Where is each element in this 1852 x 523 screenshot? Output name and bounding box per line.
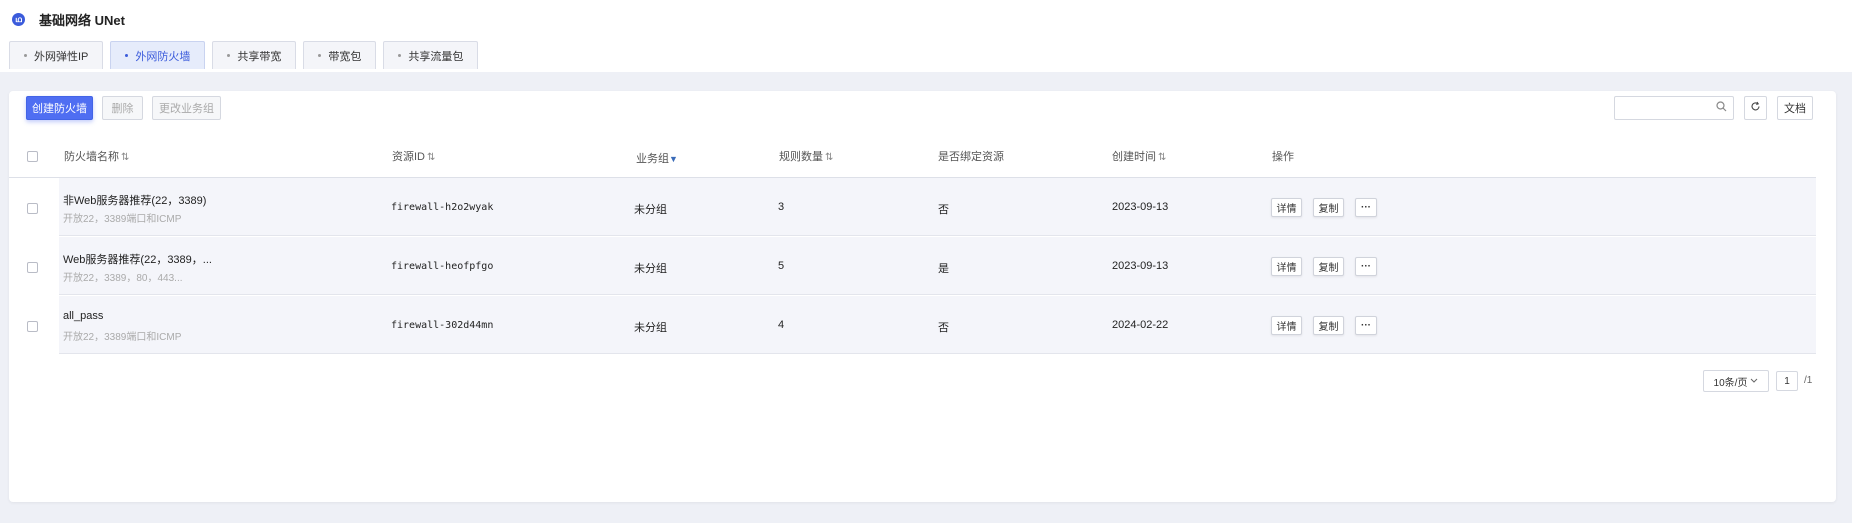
column-label: 业务组 (636, 153, 669, 165)
firewall-description: 开放22，3389，80，443... (63, 273, 183, 284)
refresh-button[interactable] (1744, 96, 1767, 120)
row-checkbox[interactable] (27, 262, 38, 273)
dot-icon (125, 54, 129, 57)
app-title: 基础网络 UNet (39, 13, 125, 28)
firewall-name[interactable]: all_pass (63, 310, 103, 322)
column-actions: 操作 (1272, 151, 1294, 163)
page-size-select[interactable]: 10条/页 (1703, 370, 1769, 392)
column-name[interactable]: 防火墙名称 ⇅ (64, 148, 129, 164)
dot-icon (398, 54, 402, 57)
tab-traffic-package[interactable]: 共享流量包 (383, 41, 479, 69)
sort-icon[interactable]: ⇅ (1158, 152, 1166, 163)
dot-icon (227, 54, 231, 57)
bound-status: 否 (938, 322, 949, 334)
docs-button[interactable]: 文档 (1777, 96, 1813, 120)
created-date: 2024-02-22 (1112, 319, 1169, 331)
bound-status: 否 (938, 204, 949, 216)
detail-button[interactable]: 详情 (1271, 316, 1302, 335)
resource-id: firewall-302d44mn (391, 320, 494, 331)
firewall-name[interactable]: Web服务器推荐(22，3389，... (63, 251, 212, 267)
sort-icon[interactable]: ⇅ (825, 152, 833, 163)
refresh-icon (1750, 101, 1761, 115)
created-date: 2023-09-13 (1112, 201, 1169, 213)
tab-label: 共享带宽 (237, 50, 282, 63)
tab-bandwidth-package[interactable]: 带宽包 (303, 41, 377, 69)
column-label: 规则数量 (779, 151, 823, 163)
column-group[interactable]: 业务组▼ (636, 150, 678, 166)
tab-bar: 外网弹性IP 外网防火墙 共享带宽 带宽包 共享流量包 (9, 41, 485, 69)
row-checkbox[interactable] (27, 203, 38, 214)
detail-button[interactable]: 详情 (1271, 257, 1302, 276)
column-resource-id[interactable]: 资源ID ⇅ (392, 148, 435, 164)
dot-icon (318, 54, 322, 57)
tab-shared-bandwidth[interactable]: 共享带宽 (212, 41, 297, 69)
tab-label: 带宽包 (328, 50, 362, 63)
select-all-checkbox[interactable] (27, 151, 38, 162)
column-label: 防火墙名称 (64, 151, 119, 163)
group-value: 未分组 (634, 322, 667, 334)
resource-id: firewall-h2o2wyak (391, 202, 494, 213)
more-button[interactable]: ··· (1355, 257, 1377, 276)
copy-button[interactable]: 复制 (1313, 316, 1344, 335)
table-row[interactable]: Web服务器推荐(22，3389，... 开放22，3389，80，443...… (59, 237, 1816, 295)
firewall-name[interactable]: 非Web服务器推荐(22，3389) (63, 192, 206, 208)
filter-icon[interactable]: ▼ (669, 154, 678, 164)
total-pages: /1 (1804, 375, 1813, 386)
dot-icon (24, 54, 27, 57)
column-label: 资源ID (392, 151, 425, 163)
tab-label: 共享流量包 (408, 50, 464, 63)
search-box[interactable] (1614, 96, 1734, 120)
resource-id: firewall-heofpfgo (391, 261, 494, 272)
bound-status: 是 (938, 263, 949, 275)
firewall-description: 开放22，3389端口和ICMP (63, 214, 182, 225)
copy-button[interactable]: 复制 (1313, 198, 1344, 217)
column-bound: 是否绑定资源 (938, 151, 1004, 163)
group-value: 未分组 (634, 263, 667, 275)
more-button[interactable]: ··· (1355, 198, 1377, 217)
tab-firewall[interactable]: 外网防火墙 (110, 41, 206, 69)
change-group-button[interactable]: 更改业务组 (152, 96, 221, 120)
copy-button[interactable]: 复制 (1313, 257, 1344, 276)
table-header: 防火墙名称 ⇅ 资源ID ⇅ 业务组▼ 规则数量 ⇅ 是否绑定资源 创建时间 ⇅ 操作 (9, 143, 1816, 178)
created-date: 2023-09-13 (1112, 260, 1169, 272)
column-rule-count[interactable]: 规则数量 ⇅ (779, 148, 833, 164)
chevron-down-icon (1750, 376, 1758, 387)
page-size-label: 10条/页 (1713, 377, 1748, 389)
column-created[interactable]: 创建时间 ⇅ (1112, 148, 1166, 164)
group-value: 未分组 (634, 204, 667, 216)
search-input[interactable] (1615, 97, 1710, 119)
create-firewall-button[interactable]: 创建防火墙 (26, 96, 93, 120)
tab-label: 外网防火墙 (135, 50, 191, 63)
column-label: 创建时间 (1112, 151, 1156, 163)
tab-label: 外网弹性IP (34, 50, 89, 63)
rule-count: 4 (778, 319, 785, 331)
table-row[interactable]: 非Web服务器推荐(22，3389) 开放22，3389端口和ICMP fire… (59, 178, 1816, 236)
search-icon[interactable] (1716, 101, 1727, 115)
table-row[interactable]: all_pass 开放22，3389端口和ICMP firewall-302d4… (59, 296, 1816, 354)
top-header: ഥ 基础网络 UNet 外网弹性IP 外网防火墙 共享带宽 带宽包 共享流量包 (0, 0, 1852, 72)
detail-button[interactable]: 详情 (1271, 198, 1302, 217)
tab-eip[interactable]: 外网弹性IP (9, 41, 104, 69)
rule-count: 5 (778, 260, 785, 272)
row-checkbox[interactable] (27, 321, 38, 332)
brand: ഥ 基础网络 UNet (12, 10, 125, 29)
sort-icon[interactable]: ⇅ (121, 152, 129, 163)
network-icon: ഥ (12, 13, 25, 26)
firewall-description: 开放22，3389端口和ICMP (63, 332, 182, 343)
main-panel: 创建防火墙 删除 更改业务组 文档 防火墙名称 ⇅ 资源ID ⇅ 业务组▼ 规则数量… (9, 91, 1836, 502)
more-button[interactable]: ··· (1355, 316, 1377, 335)
rule-count: 3 (778, 201, 785, 213)
delete-button[interactable]: 删除 (102, 96, 143, 120)
sort-icon[interactable]: ⇅ (427, 152, 435, 163)
current-page-input[interactable]: 1 (1776, 371, 1798, 391)
